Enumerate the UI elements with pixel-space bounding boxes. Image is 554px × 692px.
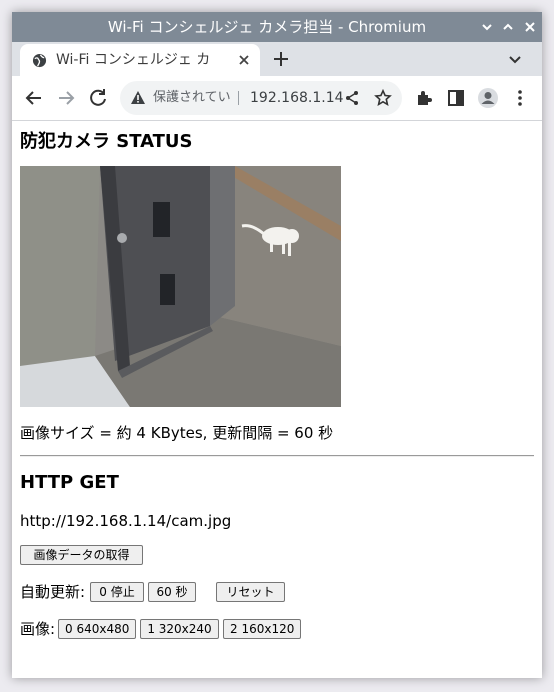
arrow-left-icon — [25, 91, 41, 105]
forward-button[interactable] — [55, 87, 77, 109]
url-text[interactable]: 192.168.1.14 — [250, 81, 344, 115]
camera-image — [20, 166, 341, 407]
tab-strip: Wi-Fi コンシェルジェ カ — [12, 42, 542, 76]
bookmark-star-icon[interactable] — [374, 89, 392, 107]
size-640x480-button[interactable]: 0 640x480 — [58, 619, 136, 639]
title-bar: Wi-Fi コンシェルジェ カメラ担当 - Chromium — [12, 12, 542, 42]
window-title: Wi-Fi コンシェルジェ カメラ担当 - Chromium — [107, 18, 427, 36]
globe-icon — [32, 53, 47, 68]
maximize-button[interactable] — [499, 18, 517, 36]
security-indicator[interactable]: 保護されてい — [153, 81, 231, 115]
browser-window: Wi-Fi コンシェルジェ カメラ担当 - Chromium Wi-Fi コンシ… — [12, 12, 542, 678]
side-panel-button[interactable] — [445, 87, 467, 109]
side-panel-icon — [448, 90, 464, 106]
plus-icon — [274, 52, 288, 66]
chevron-down-icon — [482, 24, 492, 31]
chevron-up-icon — [503, 23, 513, 30]
image-info-text: 画像サイズ = 約 4 KBytes, 更新間隔 = 60 秒 — [20, 424, 334, 442]
page-content: 防犯カメラ STATUS 画像サイズ = 約 4 KBytes, 更新間隔 = … — [12, 121, 542, 678]
minimize-button[interactable] — [478, 18, 496, 36]
profile-button[interactable] — [477, 87, 499, 109]
omnibox-separator — [238, 91, 239, 105]
tab-title: Wi-Fi コンシェルジェ カ — [56, 52, 211, 68]
back-button[interactable] — [23, 87, 45, 109]
menu-button[interactable] — [509, 87, 531, 109]
reset-button[interactable]: リセット — [216, 582, 285, 602]
get-url-text: http://192.168.1.14/cam.jpg — [20, 512, 232, 530]
share-icon[interactable] — [344, 90, 360, 106]
new-tab-button[interactable] — [270, 48, 292, 70]
auto-update-60s-button[interactable]: 60 秒 — [148, 582, 196, 602]
fetch-image-button[interactable]: 画像データの取得 — [20, 545, 143, 565]
image-size-label: 画像: — [20, 620, 56, 638]
horizontal-rule — [20, 455, 534, 457]
page-title: 防犯カメラ STATUS — [20, 131, 193, 152]
avatar-icon — [478, 88, 498, 108]
tab-search-button[interactable] — [506, 50, 524, 68]
auto-update-label: 自動更新: — [20, 583, 86, 601]
size-160x120-button[interactable]: 2 160x120 — [223, 619, 301, 639]
reload-button[interactable] — [87, 87, 109, 109]
auto-update-stop-button[interactable]: 0 停止 — [90, 582, 144, 602]
extensions-button[interactable] — [413, 87, 435, 109]
tab-close-button[interactable] — [236, 52, 252, 68]
close-icon — [239, 55, 249, 65]
browser-toolbar: 保護されてい 192.168.1.14 — [12, 76, 542, 121]
puzzle-icon — [418, 91, 432, 105]
kebab-menu-icon — [518, 90, 522, 106]
warning-icon — [131, 91, 145, 104]
reload-icon — [90, 89, 106, 106]
tab-active[interactable]: Wi-Fi コンシェルジェ カ — [20, 44, 260, 76]
section-title: HTTP GET — [20, 472, 119, 493]
close-icon — [525, 22, 535, 32]
size-320x240-button[interactable]: 1 320x240 — [140, 619, 219, 639]
close-window-button[interactable] — [521, 18, 539, 36]
arrow-right-icon — [59, 91, 75, 105]
chevron-down-icon — [509, 56, 521, 64]
address-bar[interactable]: 保護されてい 192.168.1.14 — [120, 81, 402, 115]
camera-snapshot — [20, 166, 341, 407]
